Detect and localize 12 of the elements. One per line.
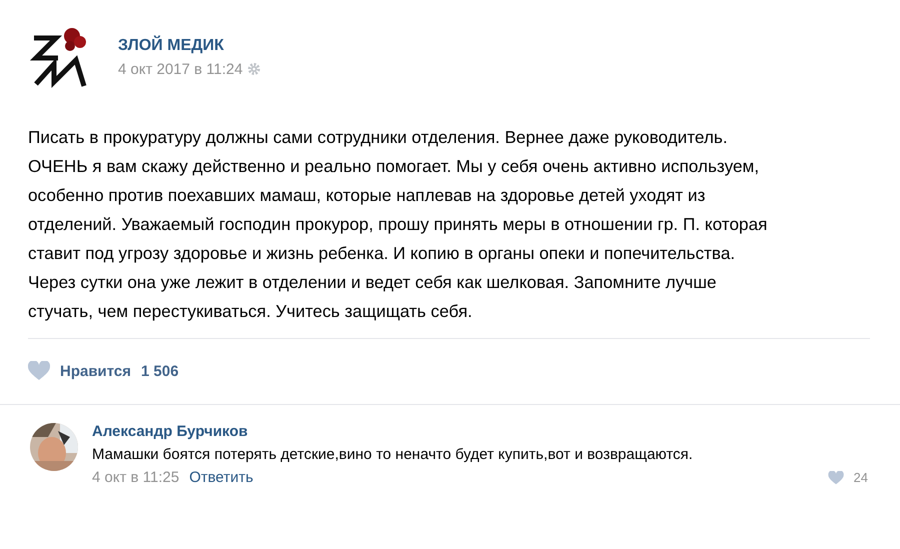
- comment-text: Мамашки боятся потерять детские,вино то неначто будет купить,вот и возвращаются.: [92, 446, 694, 463]
- settings-icon[interactable]: [246, 62, 261, 76]
- author-name[interactable]: ЗЛОЙ МЕДИК: [118, 36, 261, 54]
- commenter-name[interactable]: Александр Бурчиков: [92, 423, 868, 440]
- heart-icon[interactable]: [828, 470, 844, 484]
- like-count: 24: [854, 470, 868, 485]
- like-label: Нравится: [60, 362, 132, 380]
- reply-link[interactable]: Ответить: [189, 469, 254, 486]
- heart-icon: [28, 361, 50, 381]
- post-text: Писать в прокуратуру должны сами сотрудники отделения. Вернее даже руководитель. ОЧЕНЬ я вам скажу действенно и реально помогает. Мы у себя очень активно используем, особенно против поехавших мамаш, которые наплевав на здоровье детей уходят из отделений. Уважаемый господин прокурор, прошу принять меры в отношении гр. П. которая ставит под угрозу здоровье и жизнь ребенка. И копию в органы опеки и попечительства. Через сутки она уже лежит в отделении и ведет себя как шелковая. Запомните лучше стучать, чем перестукиваться. Учитесь защищать себя.: [28, 126, 768, 323]
- like-button[interactable]: Нравится 1 506: [0, 339, 900, 383]
- like-count: 1 506: [141, 362, 179, 380]
